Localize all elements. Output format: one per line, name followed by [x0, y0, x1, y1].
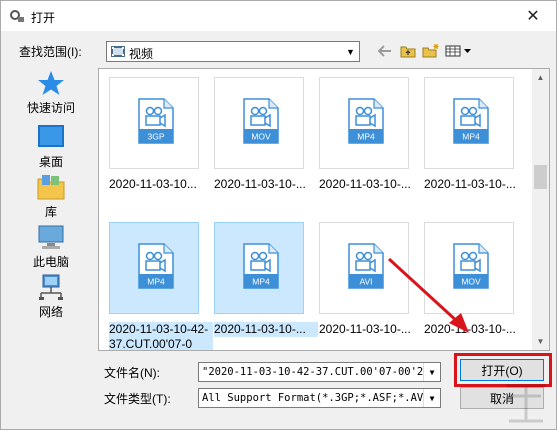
chevron-down-icon[interactable]: ▼: [342, 42, 359, 61]
file-name: 2020-11-03-10-...: [424, 322, 516, 336]
file-name: 2020-11-03-10-...: [214, 322, 318, 337]
thumbnail-frame: MP4: [109, 222, 199, 314]
place-label: 此电脑: [32, 255, 69, 269]
lookin-value: 视频: [129, 47, 154, 61]
thumbnail-frame: AVI: [319, 222, 409, 314]
place-library[interactable]: 库: [11, 173, 91, 225]
back-arrow-icon: [378, 45, 391, 57]
view-menu-button[interactable]: [444, 41, 474, 61]
scroll-down-icon[interactable]: ▼: [532, 333, 549, 350]
place-label: 快速访问: [26, 101, 75, 115]
up-folder-button[interactable]: [398, 41, 418, 61]
file-extension: AVI: [359, 277, 372, 287]
scroll-thumb[interactable]: [534, 165, 547, 189]
star-icon: [38, 71, 64, 95]
video-file-icon: MOV: [453, 243, 489, 289]
window-title: 打开: [31, 11, 56, 25]
scroll-up-icon[interactable]: ▲: [532, 69, 549, 86]
place-quick-access[interactable]: 快速访问: [11, 69, 91, 121]
places-bar: 快速访问 桌面 库 此电脑 网络: [11, 69, 91, 351]
file-list[interactable]: 3GP 2020-11-03-10... MOV 2020-11-03-10-... M…: [98, 68, 550, 351]
file-name: 2020-11-03-10-...: [319, 177, 411, 191]
open-file-dialog: 打开 ✕ 查找范围(I): 视频 ▼ 快速访问 桌面 库 此电脑 网络 3GP …: [0, 0, 557, 430]
video-file-icon: AVI: [348, 243, 384, 289]
new-folder-icon: [422, 44, 439, 58]
file-extension: MP4: [357, 132, 375, 142]
file-extension: MOV: [461, 277, 481, 287]
file-name: 2020-11-03-10...: [109, 177, 197, 191]
file-extension: MOV: [251, 132, 271, 142]
lookin-label: 查找范围(I):: [19, 45, 82, 59]
video-file-icon: MP4: [348, 98, 384, 144]
file-name: 2020-11-03-10-...: [214, 177, 306, 191]
vertical-scrollbar[interactable]: ▲ ▼: [532, 69, 549, 350]
video-file-icon: MOV: [243, 98, 279, 144]
file-name: 2020-11-03-10-...: [424, 177, 516, 191]
thumbnail-frame: MP4: [214, 222, 304, 314]
computer-icon: [38, 225, 64, 249]
watermark-logo: [506, 384, 546, 423]
up-folder-icon: [400, 46, 416, 58]
title-bar: 打开 ✕: [1, 1, 556, 31]
thumbnail-frame: 3GP: [109, 77, 199, 169]
app-icon: [10, 10, 24, 22]
file-extension: 3GP: [147, 132, 164, 142]
filename-field[interactable]: "2020-11-03-10-42-37.CUT.00'07-00'28(1 ▼: [198, 362, 441, 382]
file-extension: MP4: [147, 277, 165, 287]
video-file-icon: MP4: [243, 243, 279, 289]
place-label: 库: [44, 205, 57, 219]
file-name: 2020-11-03-10-...: [319, 322, 411, 336]
place-network[interactable]: 网络: [11, 273, 91, 325]
library-icon: [37, 175, 65, 200]
place-this-pc[interactable]: 此电脑: [11, 223, 91, 275]
lookin-combo[interactable]: 视频 ▼: [106, 41, 360, 62]
desktop-icon: [38, 125, 64, 147]
chevron-down-icon[interactable]: ▼: [423, 363, 440, 381]
place-desktop[interactable]: 桌面: [11, 123, 91, 175]
view-menu-icon: [445, 45, 471, 57]
filetype-select[interactable]: All Support Format(*.3GP;*.ASF;*.AVI; ▼: [198, 388, 441, 408]
filename-value[interactable]: "2020-11-03-10-42-37.CUT.00'07-00'28(1: [202, 366, 424, 378]
new-folder-button[interactable]: [421, 41, 441, 61]
network-icon: [39, 274, 63, 300]
filetype-label: 文件类型(T):: [104, 392, 171, 406]
filename-label: 文件名(N):: [104, 366, 160, 380]
close-button[interactable]: ✕: [510, 1, 556, 31]
back-button[interactable]: [375, 41, 395, 61]
chevron-down-icon[interactable]: ▼: [423, 389, 440, 407]
thumbnail-frame: MP4: [319, 77, 409, 169]
video-file-icon: 3GP: [138, 98, 174, 144]
file-name: 2020-11-03-10-42-37.CUT.00'07-0: [109, 322, 213, 350]
thumbnail-frame: MP4: [424, 77, 514, 169]
video-file-icon: MP4: [138, 243, 174, 289]
video-folder-icon: [111, 46, 125, 57]
close-icon: ✕: [526, 8, 540, 25]
place-label: 网络: [38, 305, 63, 319]
thumbnail-frame: MOV: [424, 222, 514, 314]
place-label: 桌面: [38, 155, 63, 169]
file-extension: MP4: [252, 277, 270, 287]
filetype-value: All Support Format(*.3GP;*.ASF;*.AVI;: [202, 392, 424, 404]
file-extension: MP4: [462, 132, 480, 142]
video-file-icon: MP4: [453, 98, 489, 144]
thumbnail-frame: MOV: [214, 77, 304, 169]
